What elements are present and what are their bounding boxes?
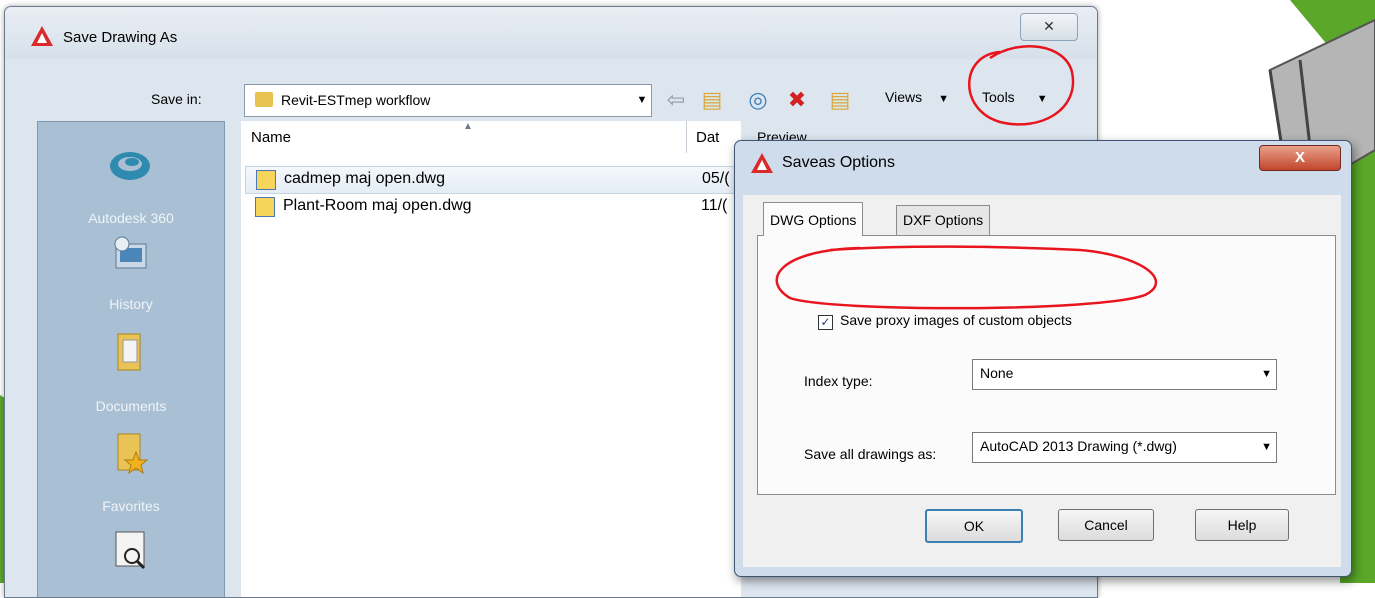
place-label: Favorites — [102, 498, 160, 514]
save-in-label: Save in: — [151, 91, 202, 107]
history-icon — [114, 236, 147, 269]
save-all-drawings-value: AutoCAD 2013 Drawing (*.dwg) — [980, 438, 1177, 454]
place-label: Documents — [95, 398, 167, 414]
find-icon — [115, 531, 146, 570]
favorites-folder-icon — [117, 433, 149, 474]
tools-menu[interactable]: Tools ▼ — [982, 89, 1048, 105]
dwg-file-icon — [255, 197, 275, 217]
index-type-label: Index type: — [804, 373, 873, 389]
places-sidebar: Autodesk 360 History Documents Favorites — [37, 121, 225, 597]
new-folder-icon[interactable]: ▤ — [827, 87, 853, 113]
column-header-date[interactable]: Dat — [696, 129, 719, 146]
place-history[interactable]: History — [38, 230, 224, 330]
proxy-images-checkbox[interactable]: ✓ — [818, 315, 833, 330]
save-all-drawings-dropdown[interactable]: AutoCAD 2013 Drawing (*.dwg) ▼ — [972, 432, 1277, 463]
index-type-dropdown[interactable]: None ▼ — [972, 359, 1277, 390]
back-arrow-icon[interactable]: ⇦ — [663, 87, 689, 113]
save-in-value: Revit-ESTmep workflow — [281, 92, 431, 108]
save-in-dropdown[interactable]: Revit-ESTmep workflow ▼ — [244, 84, 652, 117]
close-button[interactable]: X — [1259, 145, 1341, 171]
help-button[interactable]: Help — [1195, 509, 1289, 541]
dialog-title: Saveas Options — [782, 154, 895, 171]
file-row[interactable]: cadmep maj open.dwg 05/( — [245, 166, 737, 194]
autocad-logo-icon — [751, 153, 773, 173]
place-label: Autodesk 360 — [88, 210, 174, 226]
dwg-file-icon — [256, 170, 276, 190]
chevron-down-icon: ▼ — [1036, 93, 1048, 105]
documents-folder-icon — [117, 333, 141, 371]
views-label: Views — [885, 89, 923, 105]
saveas-options-dialog: Saveas Options X DWG Options DXF Options… — [734, 140, 1352, 577]
file-name: Plant-Room maj open.dwg — [283, 197, 472, 214]
search-web-icon[interactable]: ◎ — [745, 87, 771, 113]
tools-label: Tools — [982, 89, 1015, 105]
file-row[interactable]: Plant-Room maj open.dwg 11/( — [245, 194, 735, 220]
tab-dwg-options[interactable]: DWG Options — [763, 202, 864, 236]
chevron-down-icon[interactable]: ▼ — [633, 85, 651, 116]
autodesk-360-icon — [110, 152, 150, 180]
place-find[interactable] — [38, 528, 224, 588]
index-type-value: None — [980, 365, 1014, 381]
place-documents[interactable]: Documents — [38, 328, 224, 428]
column-header-name[interactable]: Name — [251, 129, 291, 146]
chevron-down-icon[interactable]: ▼ — [1261, 360, 1272, 389]
place-label: History — [109, 296, 153, 312]
file-date: 05/( — [702, 170, 730, 187]
chevron-down-icon[interactable]: ▼ — [1261, 433, 1272, 462]
dialog-title: Save Drawing As — [63, 29, 178, 46]
file-list: Name ▲ Dat cadmep maj open.dwg 05/( Plan… — [241, 121, 741, 597]
up-folder-icon[interactable]: ▤ — [699, 87, 725, 113]
delete-icon[interactable]: ✖ — [784, 87, 810, 113]
column-divider[interactable] — [686, 121, 687, 153]
dwg-options-panel: ✓ Save proxy images of custom objects In… — [757, 235, 1336, 495]
close-button[interactable]: ✕ — [1020, 13, 1078, 41]
place-favorites[interactable]: Favorites — [38, 428, 224, 528]
file-date: 11/( — [701, 197, 728, 214]
views-menu[interactable]: Views ▼ — [885, 89, 949, 105]
save-all-drawings-label: Save all drawings as: — [804, 446, 937, 462]
autocad-logo-icon — [31, 26, 53, 46]
place-autodesk-360[interactable]: Autodesk 360 — [38, 132, 224, 232]
file-name: cadmep maj open.dwg — [284, 170, 445, 187]
proxy-images-label[interactable]: Save proxy images of custom objects — [840, 312, 1072, 328]
folder-icon — [255, 92, 273, 107]
title-bar[interactable]: Save Drawing As ✕ — [5, 7, 1097, 59]
chevron-down-icon: ▼ — [938, 93, 949, 105]
sort-ascending-icon: ▲ — [463, 121, 473, 132]
ok-button[interactable]: OK — [925, 509, 1023, 543]
cancel-button[interactable]: Cancel — [1058, 509, 1154, 541]
tab-dxf-options[interactable]: DXF Options — [896, 205, 991, 235]
